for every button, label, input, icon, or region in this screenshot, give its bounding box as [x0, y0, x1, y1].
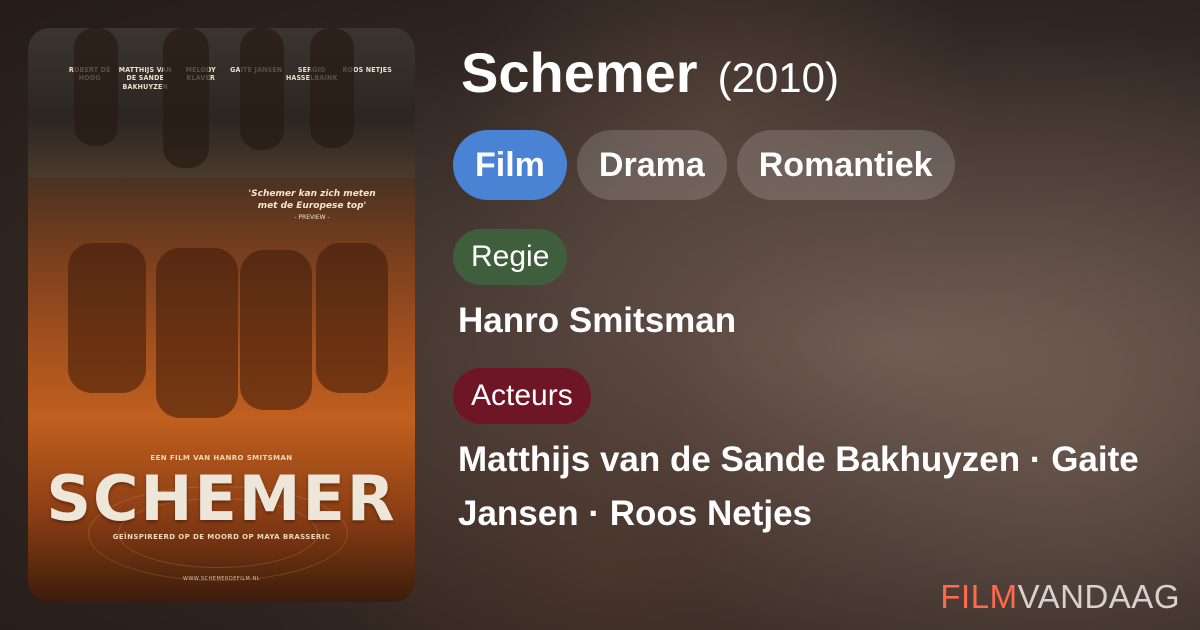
cast-names[interactable]: Matthijs van de Sande Bakhuyzen · Gaite …: [458, 433, 1178, 541]
poster-title: SCHEMER: [46, 462, 397, 535]
poster-figure: [74, 28, 118, 146]
movie-poster[interactable]: ROBERT DE HOOG MATTHIJS VAN DE SANDE BAK…: [28, 28, 415, 602]
poster-figure: [240, 28, 284, 150]
tag-romantiek[interactable]: Romantiek: [736, 130, 955, 200]
movie-title: Schemer: [461, 41, 698, 104]
poster-reflection: [240, 250, 312, 410]
logo-part-vandaag: VANDAAG: [1017, 578, 1180, 615]
poster-subtitle: GEÏNSPIREERD OP DE MOORD OP MAYA BRASSER…: [112, 533, 331, 541]
title-row: Schemer (2010): [461, 40, 839, 105]
movie-year: (2010): [717, 54, 839, 101]
director-label: Regie: [453, 229, 568, 285]
poster-quote-source: - PREVIEW -: [294, 214, 330, 222]
genre-tags: Film Drama Romantiek: [453, 130, 955, 200]
director-name[interactable]: Hanro Smitsman: [458, 294, 736, 348]
poster-film-by: EEN FILM VAN HANRO SMITSMAN: [150, 454, 293, 462]
poster-quote: 'Schemer kan zich meten met de Europese …: [237, 188, 387, 222]
cast-label: Acteurs: [453, 368, 591, 424]
poster-reflection: [156, 248, 238, 418]
poster-figure: [310, 28, 354, 148]
poster-quote-text: 'Schemer kan zich meten met de Europese …: [248, 189, 376, 212]
tag-film[interactable]: Film: [453, 130, 567, 200]
poster-url: WWW.SCHEMERDEFILM.NL: [183, 576, 260, 582]
poster-reflection: [68, 243, 146, 393]
poster-figure: [163, 28, 209, 168]
filmvandaag-logo[interactable]: FILMVANDAAG: [940, 578, 1180, 616]
logo-part-film: FILM: [940, 578, 1018, 615]
poster-reflection: [316, 243, 388, 393]
tag-drama[interactable]: Drama: [576, 130, 727, 200]
